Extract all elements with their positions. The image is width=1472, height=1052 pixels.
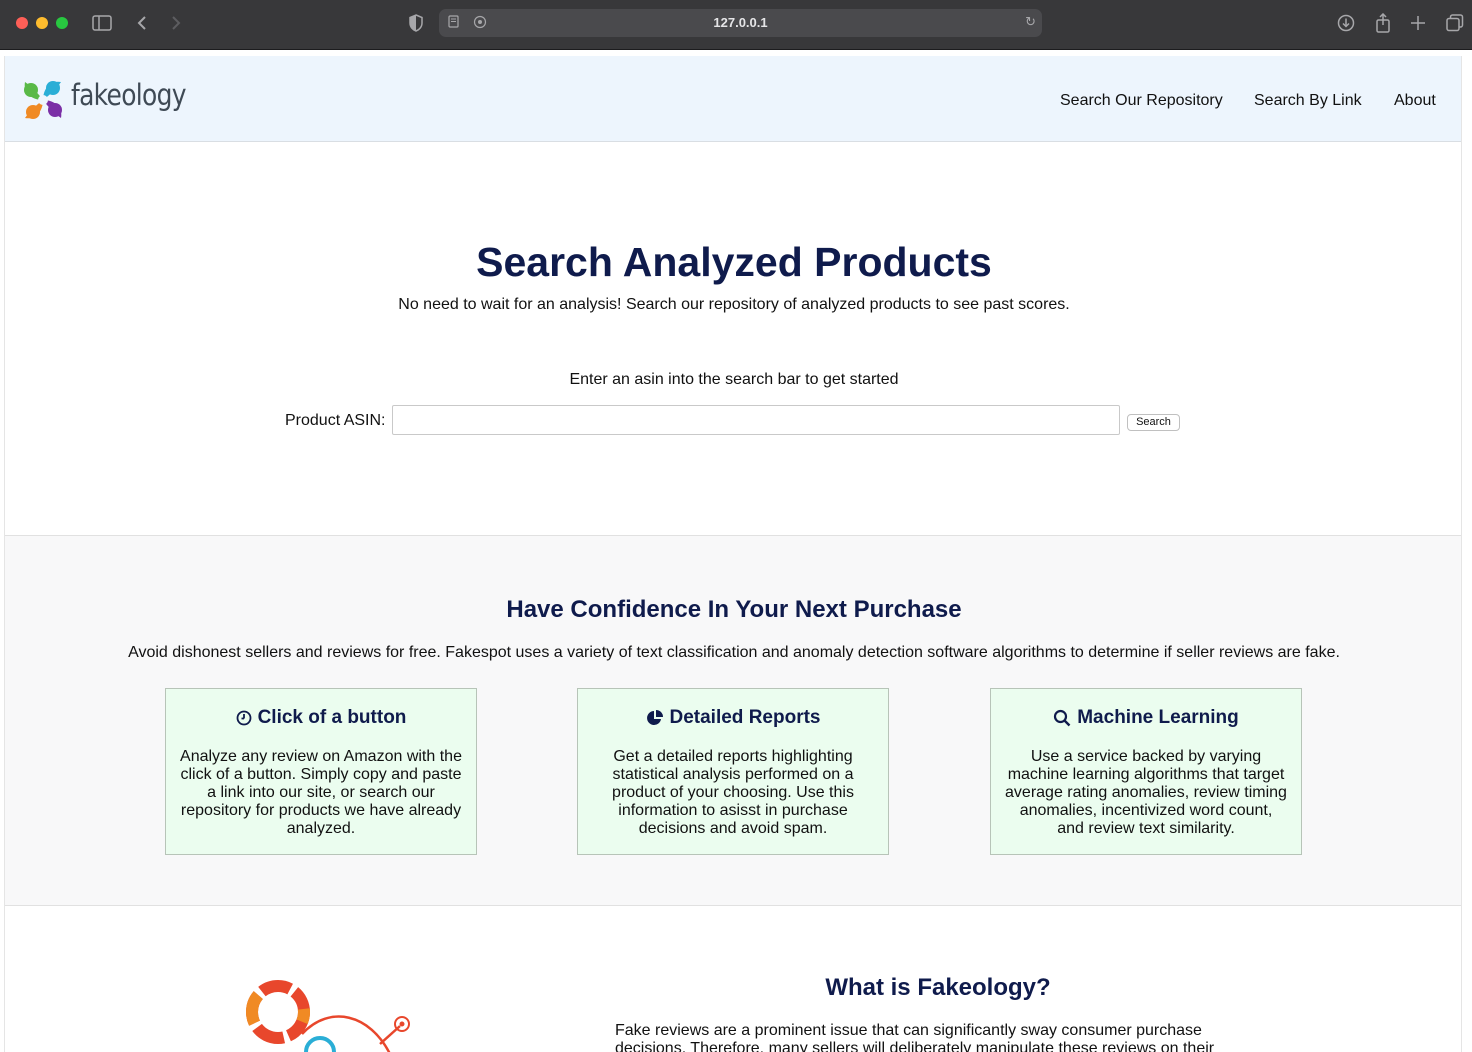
fakeology-logo-icon[interactable] [17,74,69,126]
url-text: 127.0.0.1 [713,15,768,30]
downloads-icon[interactable] [1337,12,1355,34]
clock-icon [236,710,252,726]
nav-about[interactable]: About [1394,92,1436,110]
share-icon[interactable] [1375,12,1391,34]
new-tab-icon[interactable] [1410,12,1426,34]
feature-card-body: Analyze any review on Amazon with the cl… [180,748,462,837]
search-button[interactable]: Search [1127,414,1180,431]
minimize-window-button[interactable] [36,17,48,29]
feature-card-body: Use a service backed by varying machine … [1005,748,1287,837]
features-section: Have Confidence In Your Next Purchase Av… [5,535,1461,906]
asin-label: Product ASIN: [285,412,386,429]
hero-subtitle: No need to wait for an analysis! Search … [398,296,1070,313]
analytics-illustration [240,974,420,1052]
maximize-window-button[interactable] [56,17,68,29]
search-icon [1053,709,1071,727]
asin-search-input[interactable] [392,405,1120,435]
feature-card: Machine Learning Use a service backed by… [990,688,1302,855]
feature-card-title: Machine Learning [1077,707,1239,728]
feature-card: Detailed Reports Get a detailed reports … [577,688,889,855]
logo-text[interactable]: fakeology [71,78,186,112]
pie-chart-icon [646,709,664,727]
nav-search-by-link[interactable]: Search By Link [1254,92,1362,110]
nav-search-repository[interactable]: Search Our Repository [1060,92,1223,110]
feature-card: Click of a button Analyze any review on … [165,688,477,855]
sidebar-toggle-icon[interactable] [92,12,112,34]
features-title: Have Confidence In Your Next Purchase [506,596,962,623]
tab-overview-icon[interactable] [1446,12,1464,34]
page-title: Search Analyzed Products [476,239,992,285]
features-subtitle: Avoid dishonest sellers and reviews for … [128,644,1340,661]
web-page: fakeology Search Our Repository Search B… [4,56,1462,1052]
feature-card-title: Detailed Reports [669,707,821,728]
address-bar[interactable]: 127.0.0.1 ↻ [439,9,1042,37]
close-window-button[interactable] [16,17,28,29]
search-hint: Enter an asin into the search bar to get… [569,371,899,388]
browser-toolbar: 127.0.0.1 ↻ [0,0,1472,50]
about-body: Fake reviews are a prominent issue that … [615,1022,1215,1052]
feature-card-title: Click of a button [257,707,407,728]
reload-icon[interactable]: ↻ [1025,14,1036,30]
about-title: What is Fakeology? [825,974,1051,1001]
feature-card-body: Get a detailed reports highlighting stat… [612,748,854,837]
back-icon[interactable] [136,12,148,34]
shield-icon[interactable] [408,12,424,34]
forward-icon[interactable] [170,12,182,34]
site-navbar: fakeology Search Our Repository Search B… [5,56,1461,142]
